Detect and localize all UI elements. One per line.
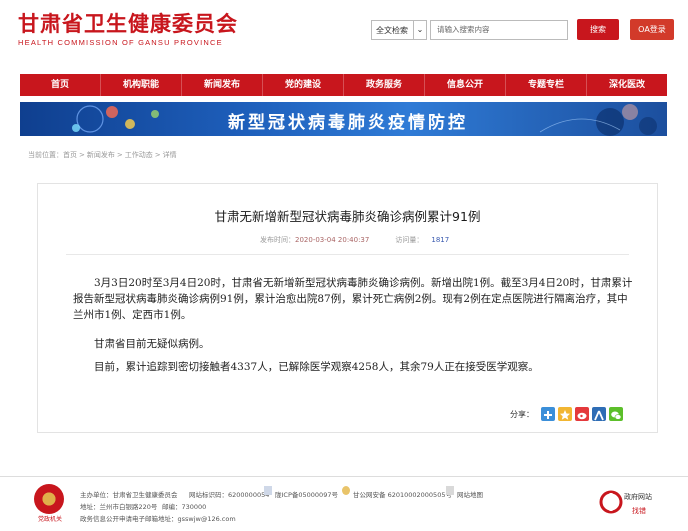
article-meta: 发布时间：2020-03-04 20:40:37 访问量： 1817 [260, 235, 449, 245]
article-paragraph: 甘肃省目前无疑似病例。 [94, 338, 210, 350]
footer-address: 地址：兰州市白银路220号 [80, 503, 158, 511]
nav-item-disclosure[interactable]: 信息公开 [425, 74, 506, 96]
footer-site-code: 网站标识码：6200000054 [189, 491, 270, 499]
footer-postcode: 邮编：730000 [162, 503, 207, 511]
share-wechat-icon[interactable] [609, 407, 623, 421]
published-date: 2020-03-04 20:40:37 [295, 236, 370, 244]
nav-item-home[interactable]: 首页 [20, 74, 101, 96]
search-scope-value: 全文检索 [376, 26, 408, 35]
share-label: 分享： [510, 410, 534, 419]
nav-item-party[interactable]: 党的建设 [263, 74, 344, 96]
footer-divider [0, 476, 688, 477]
police-badge-icon [342, 486, 350, 495]
oa-login-button[interactable]: OA登录 [630, 19, 674, 40]
search-scope-select[interactable]: 全文检索 ⌄ [371, 20, 427, 40]
gov-site-label[interactable]: 政府网站 [624, 492, 652, 502]
breadcrumb-home[interactable]: 首页 [63, 151, 77, 159]
party-gov-emblem-icon[interactable] [34, 484, 64, 514]
breadcrumb-work[interactable]: 工作动态 [125, 151, 153, 159]
breadcrumb-detail: 详情 [162, 151, 177, 159]
breadcrumb: 当前位置：首页 > 新闻发布 > 工作动态 > 详情 [28, 151, 177, 159]
visits-label: 访问量： [395, 236, 424, 244]
nav-item-topics[interactable]: 专题专栏 [506, 74, 587, 96]
epidemic-banner[interactable]: 新型冠状病毒肺炎疫情防控 [20, 102, 667, 136]
emblem-label: 党政机关 [38, 516, 63, 523]
footer-police[interactable]: 甘公网安备 62010002000505号 [353, 489, 452, 499]
sitemap-icon [446, 486, 454, 495]
nav-item-reform[interactable]: 深化医改 [587, 74, 667, 96]
nav-item-organization[interactable]: 机构职能 [101, 74, 182, 96]
nav-item-news[interactable]: 新闻发布 [182, 74, 263, 96]
site-logo-title[interactable]: 甘肃省卫生健康委员会 [18, 8, 238, 38]
footer-host: 主办单位：甘肃省卫生健康委员会 [80, 491, 178, 499]
chevron-down-icon: ⌄ [413, 21, 426, 39]
breadcrumb-prefix: 当前位置： [28, 151, 63, 159]
main-nav: 首页 机构职能 新闻发布 党的建设 政务服务 信息公开 专题专栏 深化医改 [20, 74, 667, 96]
article-panel: 甘肃无新增新型冠状病毒肺炎确诊病例累计91例 发布时间：2020-03-04 2… [37, 183, 658, 433]
search-button[interactable]: 搜索 [577, 19, 619, 40]
search-input[interactable]: 请输入搜索内容 [430, 20, 568, 40]
share-renren-icon[interactable] [592, 407, 606, 421]
article-paragraph: 目前，累计追踪到密切接触者4337人，已解除医学观察4258人，其余79人正在接… [94, 361, 539, 373]
article-title: 甘肃无新增新型冠状病毒肺炎确诊病例累计91例 [214, 209, 481, 224]
nav-item-services[interactable]: 政务服务 [344, 74, 425, 96]
footer-email: 政务信息公开申请电子邮箱地址：gsswjw@126.com [80, 515, 236, 523]
title-divider [66, 254, 629, 255]
footer-sitemap[interactable]: 网站地图 [457, 489, 483, 499]
gov-site-sub[interactable]: 找错 [632, 506, 646, 516]
banner-title: 新型冠状病毒肺炎疫情防控 [228, 113, 468, 133]
breadcrumb-news[interactable]: 新闻发布 [87, 151, 115, 159]
share-qzone-icon[interactable] [558, 407, 572, 421]
published-label: 发布时间： [260, 236, 295, 244]
icp-icon [264, 486, 272, 495]
site-logo-subtitle: HEALTH COMMISSION OF GANSU PROVINCE [18, 38, 223, 47]
share-weibo-icon[interactable] [575, 407, 589, 421]
footer-icp[interactable]: 陇ICP备05000097号 [275, 489, 338, 499]
share-plus-icon[interactable] [541, 407, 555, 421]
article-paragraph: 3月3日20时至3月4日20时，甘肃省无新增新型冠状病毒肺炎确诊病例。新增出院1… [73, 277, 633, 321]
visit-count: 1817 [431, 236, 450, 244]
